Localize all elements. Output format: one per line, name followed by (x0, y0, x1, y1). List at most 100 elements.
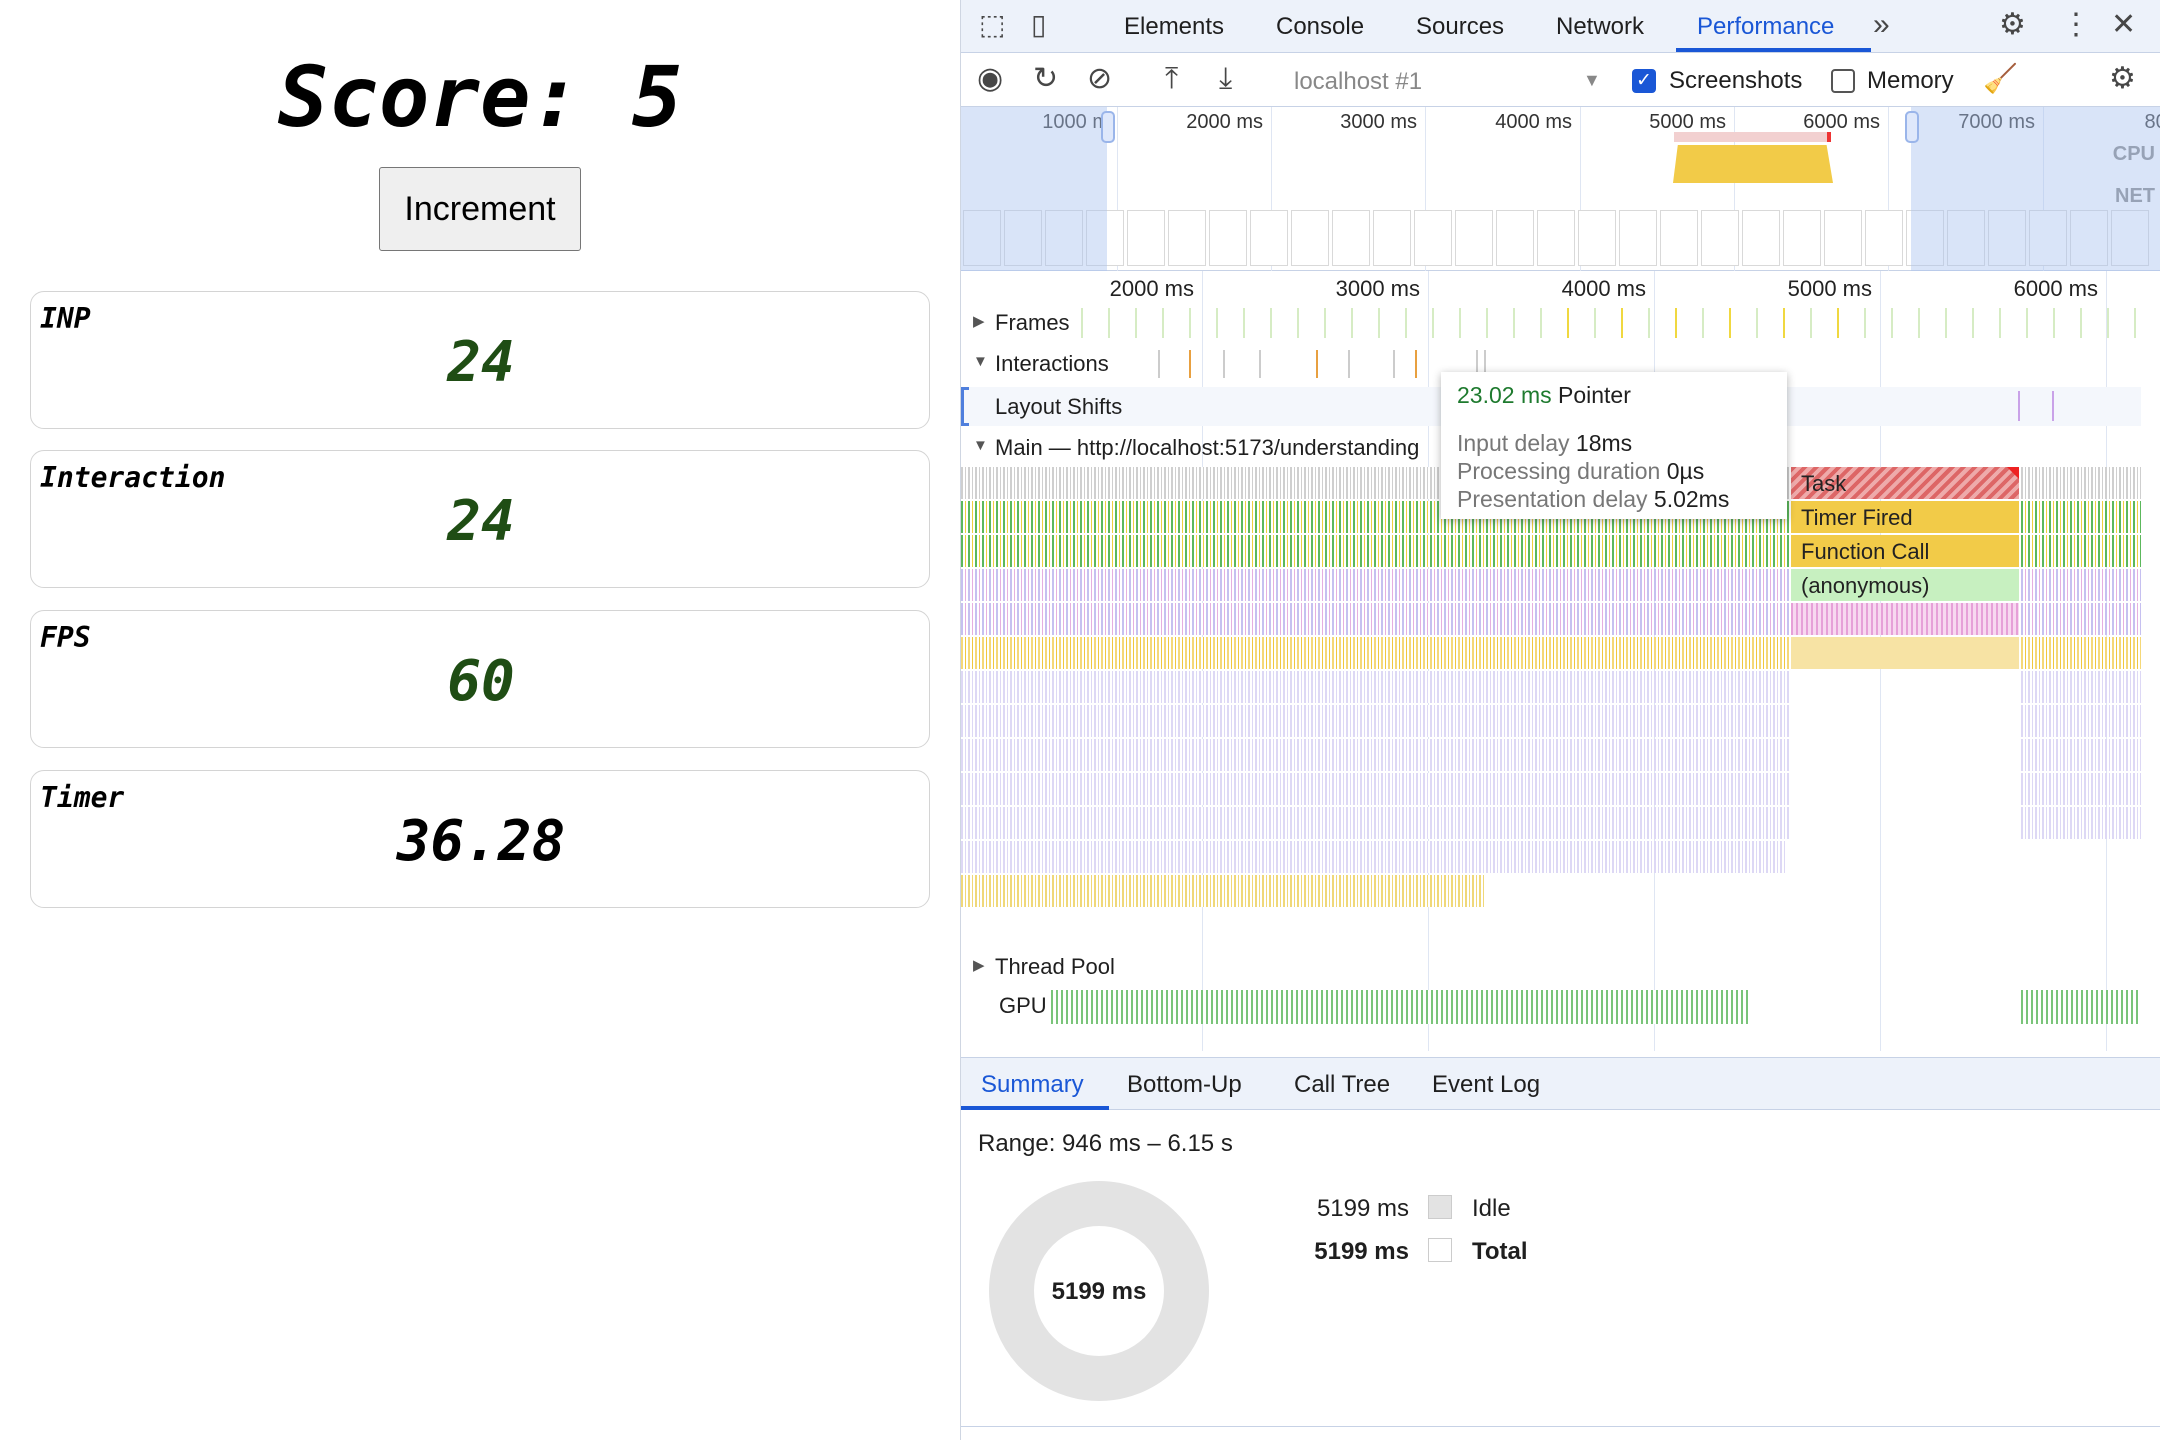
tab-call-tree[interactable]: Call Tree (1294, 1071, 1390, 1099)
track-thread_pool[interactable]: ▶ Thread Pool (961, 948, 2141, 986)
interaction-marker[interactable] (1158, 350, 1160, 378)
screenshot-thumbnail[interactable] (1414, 210, 1452, 266)
flame-track-segment[interactable] (2021, 569, 2141, 601)
track-gpu[interactable]: GPU (961, 988, 2141, 1026)
frame-marker (1702, 308, 1704, 338)
expand-arrow-icon[interactable]: ▶ (973, 312, 985, 330)
tab-elements[interactable]: Elements (1124, 13, 1224, 41)
flame-task[interactable]: Task (1791, 467, 2019, 499)
interaction-marker[interactable] (1189, 350, 1191, 378)
interaction-marker[interactable] (1348, 350, 1350, 378)
screenshot-thumbnail[interactable] (1496, 210, 1534, 266)
tab-event-log[interactable]: Event Log (1432, 1071, 1540, 1099)
screenshot-thumbnail[interactable] (1209, 210, 1247, 266)
screenshot-thumbnail[interactable] (1742, 210, 1780, 266)
screenshot-thumbnail[interactable] (1701, 210, 1739, 266)
clear-icon[interactable]: ⊘ (1087, 64, 1112, 94)
flame-track-segment[interactable] (961, 773, 1789, 805)
collapse-arrow-icon[interactable]: ▼ (973, 437, 988, 454)
screenshot-thumbnail[interactable] (1865, 210, 1903, 266)
screenshots-checkbox[interactable]: ✓ (1632, 69, 1656, 93)
upload-icon[interactable]: ⤒ (1165, 64, 1178, 94)
tab-sources[interactable]: Sources (1416, 13, 1504, 41)
flame-track-segment[interactable] (961, 569, 1789, 601)
interaction-marker[interactable] (1259, 350, 1261, 378)
screenshot-thumbnail[interactable] (1537, 210, 1575, 266)
flame-track-segment[interactable] (961, 875, 1485, 907)
layout-shift-marker[interactable] (2052, 391, 2054, 421)
reload-record-icon[interactable]: ↻ (1033, 64, 1058, 94)
close-icon[interactable]: ✕ (2111, 10, 2136, 40)
flame-track-segment[interactable] (961, 807, 1789, 839)
dropdown-arrow-icon[interactable]: ▼ (1583, 70, 1601, 91)
interaction-marker[interactable] (1316, 350, 1318, 378)
screenshot-thumbnail[interactable] (1660, 210, 1698, 266)
track-label: Frames (995, 310, 1070, 335)
target-select[interactable]: localhost #1 (1294, 68, 1422, 96)
flame-track-segment[interactable] (2021, 467, 2141, 499)
selection-handle-left[interactable] (1101, 111, 1115, 143)
inspect-element-icon[interactable]: ⬚ (979, 11, 1005, 39)
memory-checkbox[interactable] (1831, 69, 1855, 93)
screenshot-thumbnail[interactable] (1783, 210, 1821, 266)
flame-track-segment[interactable] (961, 637, 1789, 669)
screenshot-thumbnail[interactable] (1824, 210, 1862, 266)
screenshot-thumbnail[interactable] (1332, 210, 1370, 266)
collect-garbage-icon[interactable]: 🧹 (1983, 65, 2018, 93)
flame-track-segment[interactable] (961, 603, 1789, 635)
screenshots-label: Screenshots (1669, 67, 1803, 94)
more-options-icon[interactable]: ⋮ (2061, 10, 2091, 40)
timeline-overview[interactable]: 1000 m 2000 ms 3000 ms 4000 ms 5000 ms 6000 m… (961, 107, 2160, 271)
settings-gear-icon[interactable]: ⚙ (1999, 10, 2026, 40)
tab-console[interactable]: Console (1276, 13, 1364, 41)
flame-track-segment[interactable] (2021, 739, 2141, 771)
screenshot-thumbnail[interactable] (1373, 210, 1411, 266)
flame-track-segment[interactable] (2021, 807, 2141, 839)
flame-track-segment[interactable] (2021, 637, 2141, 669)
screenshot-thumbnail[interactable] (1250, 210, 1288, 266)
more-tabs-chevron-icon[interactable]: » (1873, 10, 1890, 40)
record-icon[interactable]: ◉ (977, 64, 1003, 94)
tab-summary[interactable]: Summary (981, 1071, 1084, 1099)
download-icon[interactable]: ⤓ (1219, 64, 1232, 94)
expand-arrow-icon[interactable]: ▶ (973, 956, 985, 974)
flame-label: (anonymous) (1801, 573, 1930, 598)
tab-network[interactable]: Network (1556, 13, 1644, 41)
screenshot-thumbnail[interactable] (1127, 210, 1165, 266)
flame-track-segment[interactable] (961, 535, 1789, 567)
flame-track-segment[interactable] (2021, 705, 2141, 737)
increment-button[interactable]: Increment (379, 167, 581, 251)
screenshot-thumbnail[interactable] (1455, 210, 1493, 266)
capture-settings-icon[interactable]: ⚙ (2109, 64, 2136, 94)
tab-bottom-up[interactable]: Bottom-Up (1127, 1071, 1242, 1099)
interaction-marker[interactable] (1223, 350, 1225, 378)
selection-handle-right[interactable] (1905, 111, 1919, 143)
screenshot-thumbnail[interactable] (1291, 210, 1329, 266)
flame-anon[interactable]: (anonymous) (1791, 569, 2019, 601)
interaction-marker[interactable] (1393, 350, 1395, 378)
flame-track-segment[interactable] (2021, 501, 2141, 533)
flame-function[interactable]: Function Call (1791, 535, 2019, 567)
flame-track-segment[interactable] (961, 671, 1789, 703)
track-label: Thread Pool (995, 954, 1115, 979)
device-toolbar-icon[interactable]: ▯ (1031, 11, 1046, 39)
flame-track-segment[interactable] (2021, 773, 2141, 805)
flame-track-segment[interactable] (2021, 671, 2141, 703)
flame-track-segment[interactable] (961, 841, 1786, 873)
flame-track-segment[interactable] (2021, 603, 2141, 635)
flame-track-segment[interactable] (961, 739, 1789, 771)
flame-child[interactable] (1791, 603, 2019, 635)
layout-shift-marker[interactable] (2018, 391, 2020, 421)
flame-timer[interactable]: Timer Fired (1791, 501, 2019, 533)
screenshot-thumbnail[interactable] (1578, 210, 1616, 266)
track-frames[interactable]: ▶ Frames (961, 306, 2141, 340)
flame-track-segment[interactable] (961, 705, 1789, 737)
frame-marker (2080, 308, 2082, 338)
collapse-arrow-icon[interactable]: ▼ (973, 353, 988, 370)
flame-track-segment[interactable] (2021, 535, 2141, 567)
tab-performance[interactable]: Performance (1697, 13, 1834, 41)
screenshot-thumbnail[interactable] (1619, 210, 1657, 266)
interaction-marker[interactable] (1415, 350, 1417, 378)
flame-child[interactable] (1791, 637, 2019, 669)
screenshot-thumbnail[interactable] (1168, 210, 1206, 266)
